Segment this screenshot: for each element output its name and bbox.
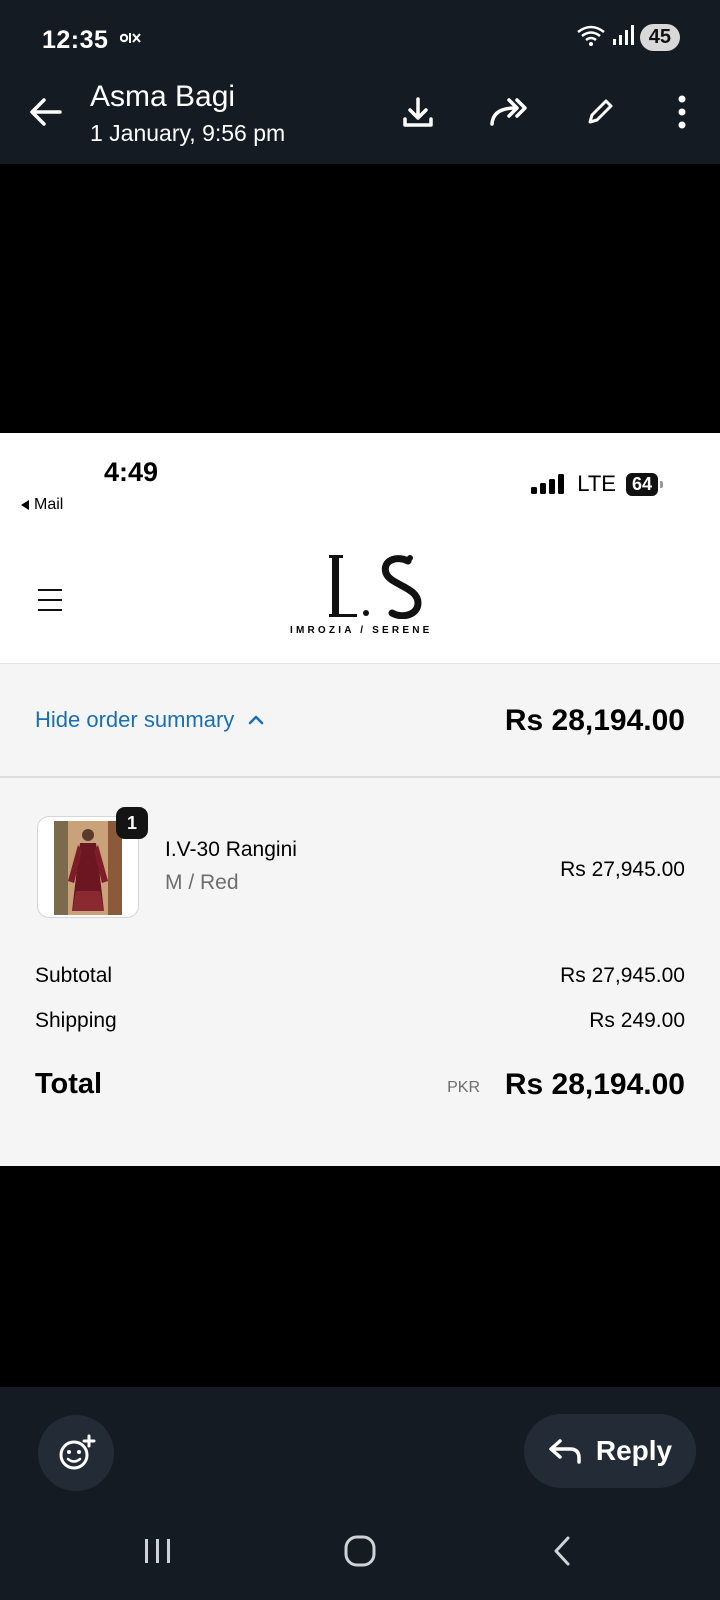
viewer-bottom-bar: Reply bbox=[0, 1387, 720, 1500]
product-variant: M / Red bbox=[165, 871, 239, 894]
total-currency: PKR bbox=[447, 1079, 480, 1096]
forward-button[interactable] bbox=[487, 90, 531, 134]
shipping-label: Shipping bbox=[35, 1009, 117, 1032]
download-icon bbox=[403, 97, 433, 127]
recent-apps-button[interactable] bbox=[128, 1526, 188, 1576]
add-reaction-button[interactable] bbox=[38, 1415, 114, 1491]
recents-icon bbox=[145, 1539, 170, 1563]
store-logo: IMROZIA / SERENE bbox=[290, 553, 460, 636]
subtotal-label: Subtotal bbox=[35, 964, 113, 987]
store-header: IMROZIA / SERENE bbox=[0, 533, 720, 663]
pencil-icon bbox=[588, 99, 613, 124]
more-vert-icon bbox=[678, 95, 686, 129]
forward-icon bbox=[490, 98, 527, 126]
emoji-add-icon bbox=[59, 1434, 96, 1470]
product-image bbox=[54, 821, 122, 915]
ios-battery: 64 bbox=[625, 472, 664, 496]
cell-signal-icon bbox=[531, 474, 565, 494]
chevron-up-icon bbox=[249, 715, 264, 725]
ios-status-bar: 4:49 Mail LTE 64 bbox=[0, 433, 720, 533]
product-name: I.V-30 Rangini bbox=[165, 838, 297, 861]
home-icon bbox=[344, 1535, 376, 1567]
quantity-badge: 1 bbox=[116, 807, 148, 839]
battery-indicator: 45 bbox=[639, 24, 680, 51]
summary-total: Rs 28,194.00 bbox=[504, 704, 685, 737]
product-price: Rs 27,945.00 bbox=[560, 858, 685, 881]
download-button[interactable] bbox=[396, 90, 440, 134]
wifi-icon bbox=[576, 24, 606, 51]
ios-time: 4:49 bbox=[104, 457, 159, 487]
back-triangle-icon bbox=[21, 500, 29, 510]
navigation-bar bbox=[0, 1500, 720, 1600]
total-label: Total bbox=[35, 1068, 103, 1100]
order-details: 1 I.V-30 Rangini M / Red Rs 27,945.00 Su… bbox=[0, 778, 720, 1166]
menu-icon bbox=[38, 589, 62, 611]
order-summary-toggle: Hide order summary Rs 28,194.00 bbox=[0, 663, 720, 778]
sender-name: Asma Bagi bbox=[90, 80, 236, 113]
sent-date: 1 January, 9:56 pm bbox=[90, 120, 286, 146]
ios-back-label: Mail bbox=[34, 496, 64, 513]
logo-mark-icon bbox=[329, 555, 422, 619]
chevron-left-icon bbox=[554, 1536, 570, 1566]
shared-screenshot[interactable]: 4:49 Mail LTE 64 IMROZIA / SERENE Hide o… bbox=[0, 433, 720, 1166]
reply-icon bbox=[549, 1439, 581, 1464]
status-time: 12:35 bbox=[42, 26, 109, 54]
viewer-top-bar: Asma Bagi 1 January, 9:56 pm bbox=[0, 78, 720, 164]
logo-text: IMROZIA / SERENE bbox=[290, 625, 433, 636]
hide-order-summary-link: Hide order summary bbox=[35, 707, 264, 733]
home-button[interactable] bbox=[330, 1526, 390, 1576]
reply-label: Reply bbox=[595, 1435, 673, 1466]
network-type: LTE bbox=[577, 471, 616, 496]
edit-button[interactable] bbox=[578, 90, 622, 134]
signal-icon bbox=[612, 25, 634, 50]
subtotal-value: Rs 27,945.00 bbox=[560, 964, 685, 987]
ios-back-to-mail: Mail bbox=[20, 496, 63, 514]
status-bar: 12:35 45 bbox=[0, 0, 720, 78]
reply-button[interactable]: Reply bbox=[524, 1414, 696, 1488]
toggle-label: Hide order summary bbox=[35, 707, 235, 732]
more-options-button[interactable] bbox=[660, 90, 704, 134]
back-button[interactable] bbox=[26, 92, 66, 132]
back-arrow-icon bbox=[30, 98, 62, 126]
product-thumbnail: 1 bbox=[37, 807, 148, 918]
total-value: Rs 28,194.00 bbox=[504, 1068, 685, 1101]
olx-icon bbox=[119, 32, 142, 47]
shipping-value: Rs 249.00 bbox=[589, 1009, 685, 1032]
system-back-button[interactable] bbox=[532, 1526, 592, 1576]
